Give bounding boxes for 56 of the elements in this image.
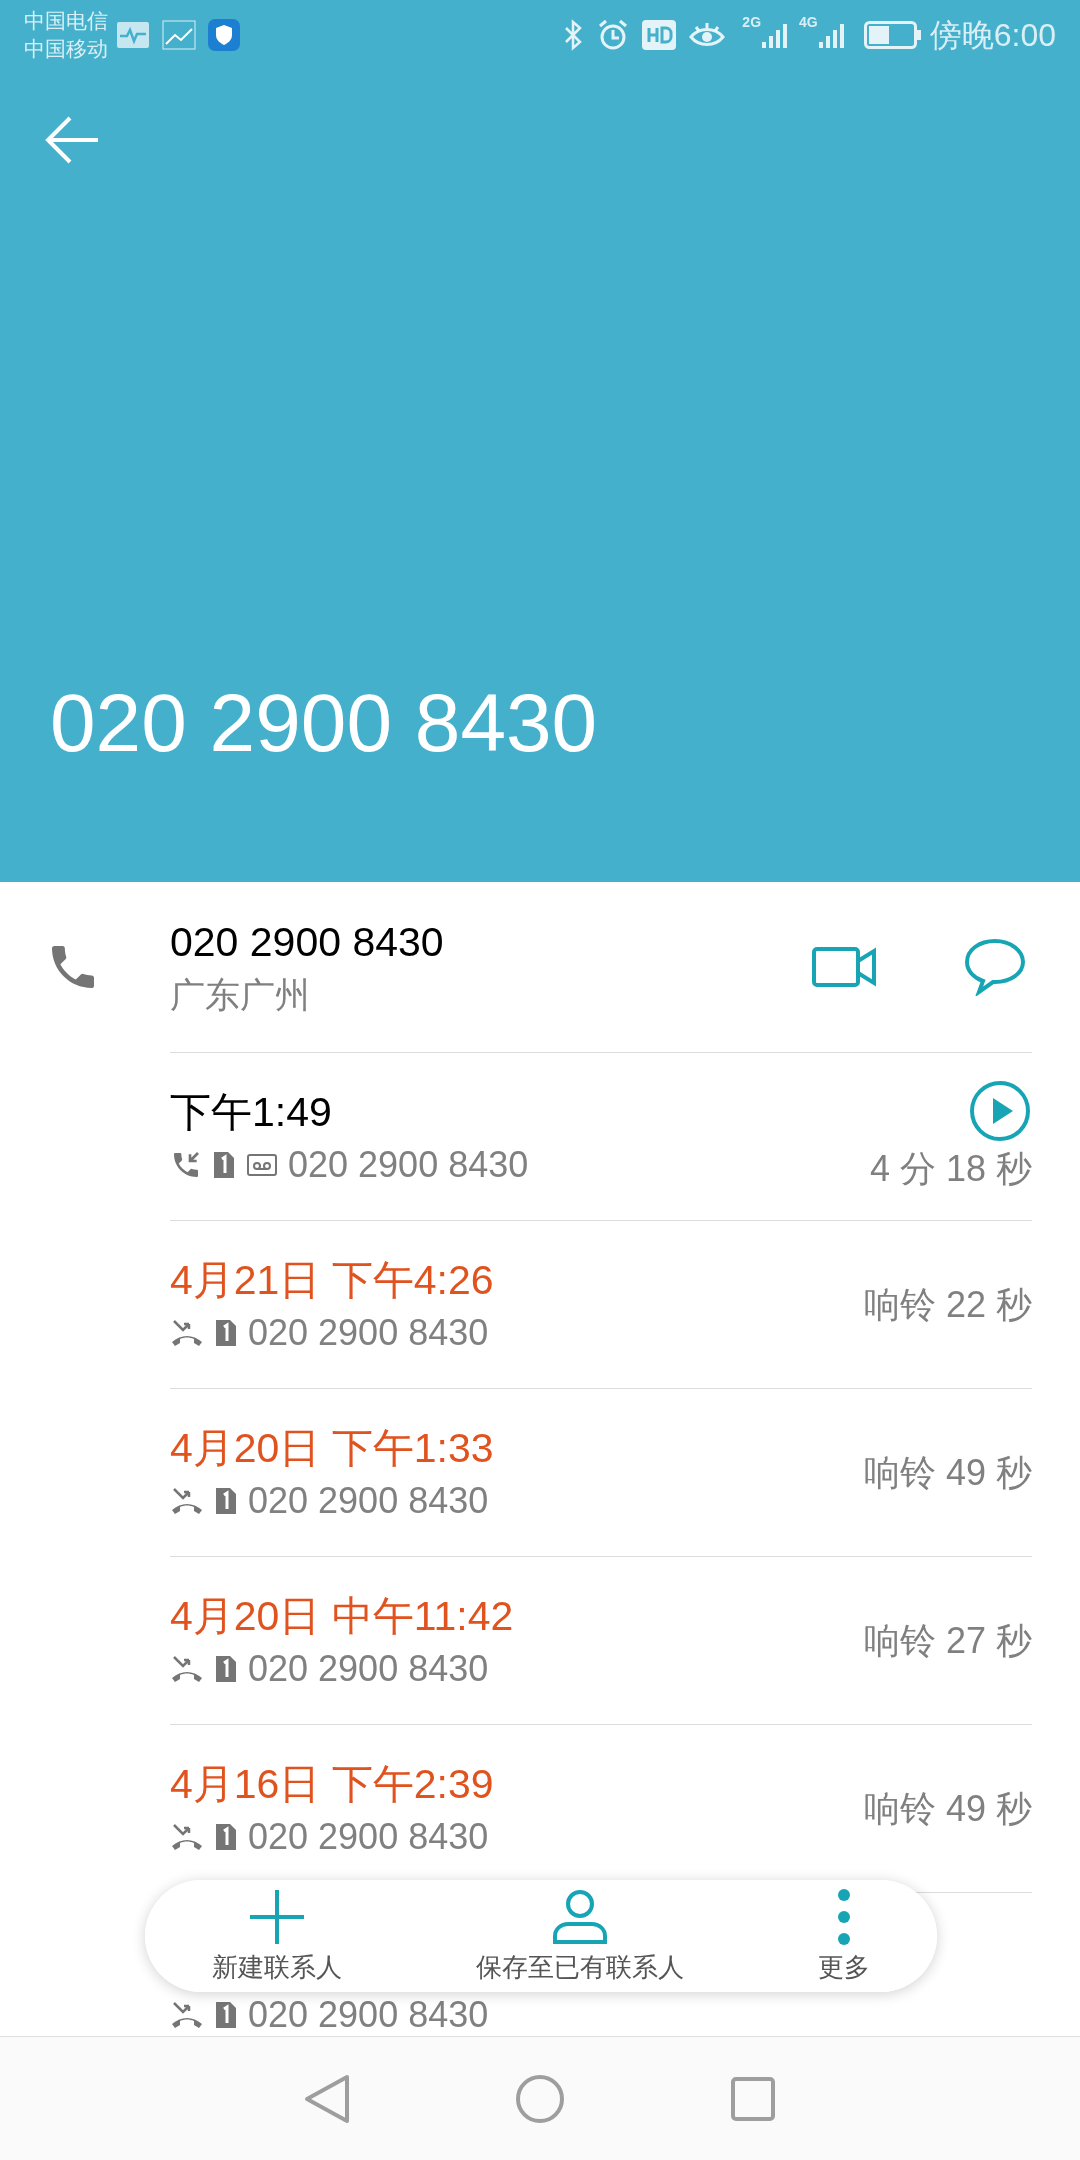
home-circle-icon [515, 2073, 565, 2124]
call-number: 020 2900 8430 [248, 1995, 489, 2035]
battery-icon [863, 21, 922, 49]
call-number: 020 2900 8430 [248, 1310, 489, 1355]
sim-one-icon [214, 1317, 238, 1348]
video-camera-icon [812, 945, 878, 989]
carrier-name: 中国电信 [24, 8, 108, 34]
call-time: 下午1:49 [170, 1087, 333, 1137]
call-time: 4月21日 下午4:26 [170, 1255, 495, 1305]
call-duration: 响铃 49 秒 [863, 1450, 1032, 1495]
sim-one-icon [214, 2000, 238, 2030]
missed-call-icon [170, 1317, 204, 1348]
more-icon [837, 1888, 851, 1946]
call-log-item[interactable]: 4月20日 下午1:33 020 2900 8430 响铃 49 秒 [170, 1388, 1032, 1556]
call-log-item[interactable]: 4月21日 下午4:26 020 2900 8430 响铃 22 秒 [170, 1220, 1032, 1388]
call-duration: 响铃 49 秒 [863, 1786, 1032, 1831]
call-time: 4月16日 下午2:39 [170, 1759, 495, 1809]
call-duration: 响铃 27 秒 [863, 1618, 1032, 1663]
voicemail-icon [246, 1152, 278, 1177]
shield-icon [208, 19, 240, 51]
call-number: 020 2900 8430 [288, 1142, 529, 1187]
call-log-item[interactable]: 4月20日 中午11:42 020 2900 8430 响铃 27 秒 [170, 1556, 1032, 1724]
missed-call-icon [170, 1821, 204, 1852]
call-number: 020 2900 8430 [248, 1478, 489, 1523]
chat-bubble-icon [964, 938, 1026, 996]
hd-icon [642, 20, 677, 50]
phone-number-title: 020 2900 8430 [49, 682, 599, 770]
play-icon [969, 1079, 1031, 1142]
missed-call-icon [170, 1485, 204, 1516]
sim-one-icon [212, 1149, 236, 1180]
person-icon [551, 1888, 609, 1946]
recents-square-icon [730, 2075, 777, 2122]
sim-one-icon [214, 1485, 238, 1516]
contact-number: 020 2900 8430 [170, 918, 445, 967]
sim-one-icon [214, 1821, 238, 1852]
call-duration: 4 分 18 秒 [869, 1146, 1032, 1191]
clock-time: 傍晚6:00 [929, 16, 1056, 55]
call-duration: 响铃 22 秒 [863, 1282, 1032, 1327]
carrier-name: 中国移动 [24, 36, 108, 62]
add-icon [248, 1888, 306, 1946]
call-number: 020 2900 8430 [248, 1814, 489, 1859]
back-arrow-icon [44, 115, 100, 165]
network-label: 2G [742, 13, 762, 32]
missed-call-icon [170, 2000, 204, 2030]
missed-call-icon [170, 1653, 204, 1684]
call-number: 020 2900 8430 [248, 1646, 489, 1691]
play-button[interactable] [968, 1078, 1032, 1143]
call-time: 4月20日 中午11:42 [170, 1591, 515, 1641]
activity-icon [116, 21, 150, 49]
sim-one-icon [214, 1653, 238, 1684]
call-log-item[interactable]: 下午1:49 020 2900 8430 4 分 18 秒 [170, 1052, 1032, 1220]
contact-location: 广东广州 [170, 974, 311, 1016]
call-time: 4月20日 下午1:33 [170, 1423, 495, 1473]
chart-icon [162, 20, 196, 50]
network-label: 4G [799, 13, 818, 32]
back-triangle-icon [303, 2073, 350, 2124]
